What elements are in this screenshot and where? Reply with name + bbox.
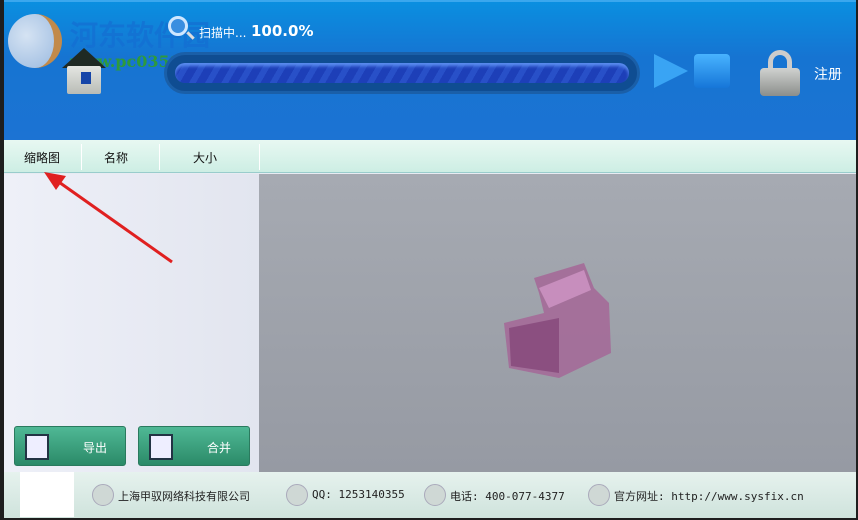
app-window: 河东软件园 www.pc0359.cn 扫描中... 100.0% 注册 缩略图… — [4, 0, 856, 518]
film-reel-icon — [504, 263, 611, 378]
header: 河东软件园 www.pc0359.cn 扫描中... 100.0% 注册 — [4, 0, 856, 140]
horse-logo-icon — [20, 472, 74, 517]
phone-icon — [424, 484, 446, 506]
phone-number: 电话: 400-077-4377 — [450, 490, 565, 503]
home-icon — [62, 48, 106, 68]
website-link[interactable]: 官方网址: http://www.sysfix.cn — [614, 488, 804, 504]
scan-percent: 100.0% — [251, 22, 314, 40]
export-button[interactable]: 导出 — [14, 426, 126, 466]
merge-icon — [149, 434, 173, 460]
register-button[interactable]: 注册 — [814, 64, 842, 84]
column-size[interactable]: 大小 — [193, 149, 217, 166]
home-button[interactable] — [62, 48, 106, 96]
footer: 上海甲驭网络科技有限公司 QQ: 1253140355 电话: 400-077-… — [4, 472, 856, 518]
building-icon — [92, 484, 114, 506]
scan-status: 扫描中... — [199, 26, 247, 40]
progress-fill — [175, 63, 629, 83]
lock-icon[interactable] — [760, 50, 800, 96]
progress-bar — [164, 52, 640, 94]
globe-icon — [588, 484, 610, 506]
qq-number: QQ: 1253140355 — [312, 488, 405, 501]
column-header: 缩略图 名称 大小 — [4, 140, 856, 173]
export-icon — [25, 434, 49, 460]
company-name: 上海甲驭网络科技有限公司 — [118, 490, 250, 503]
merge-button[interactable]: 合并 — [138, 426, 250, 466]
logo-icon — [8, 14, 62, 68]
column-name[interactable]: 名称 — [104, 149, 128, 166]
stop-button[interactable] — [694, 54, 730, 88]
play-button[interactable] — [654, 54, 688, 88]
column-thumbnail[interactable]: 缩略图 — [24, 149, 60, 166]
search-icon — [168, 16, 188, 36]
qq-icon — [286, 484, 308, 506]
